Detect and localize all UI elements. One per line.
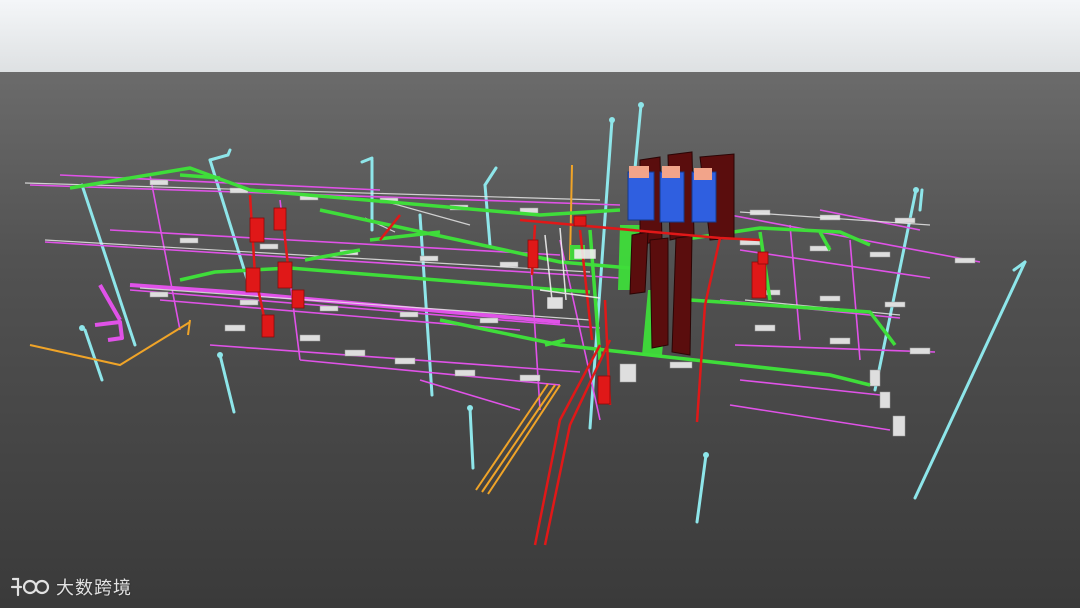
equipment-units	[627, 166, 717, 223]
watermark: 大数跨境	[10, 574, 132, 600]
watermark-text: 大数跨境	[56, 578, 132, 599]
brand-logo-icon	[10, 577, 50, 597]
bim-pipe-network-scene	[0, 0, 1080, 608]
sky	[0, 0, 1080, 78]
